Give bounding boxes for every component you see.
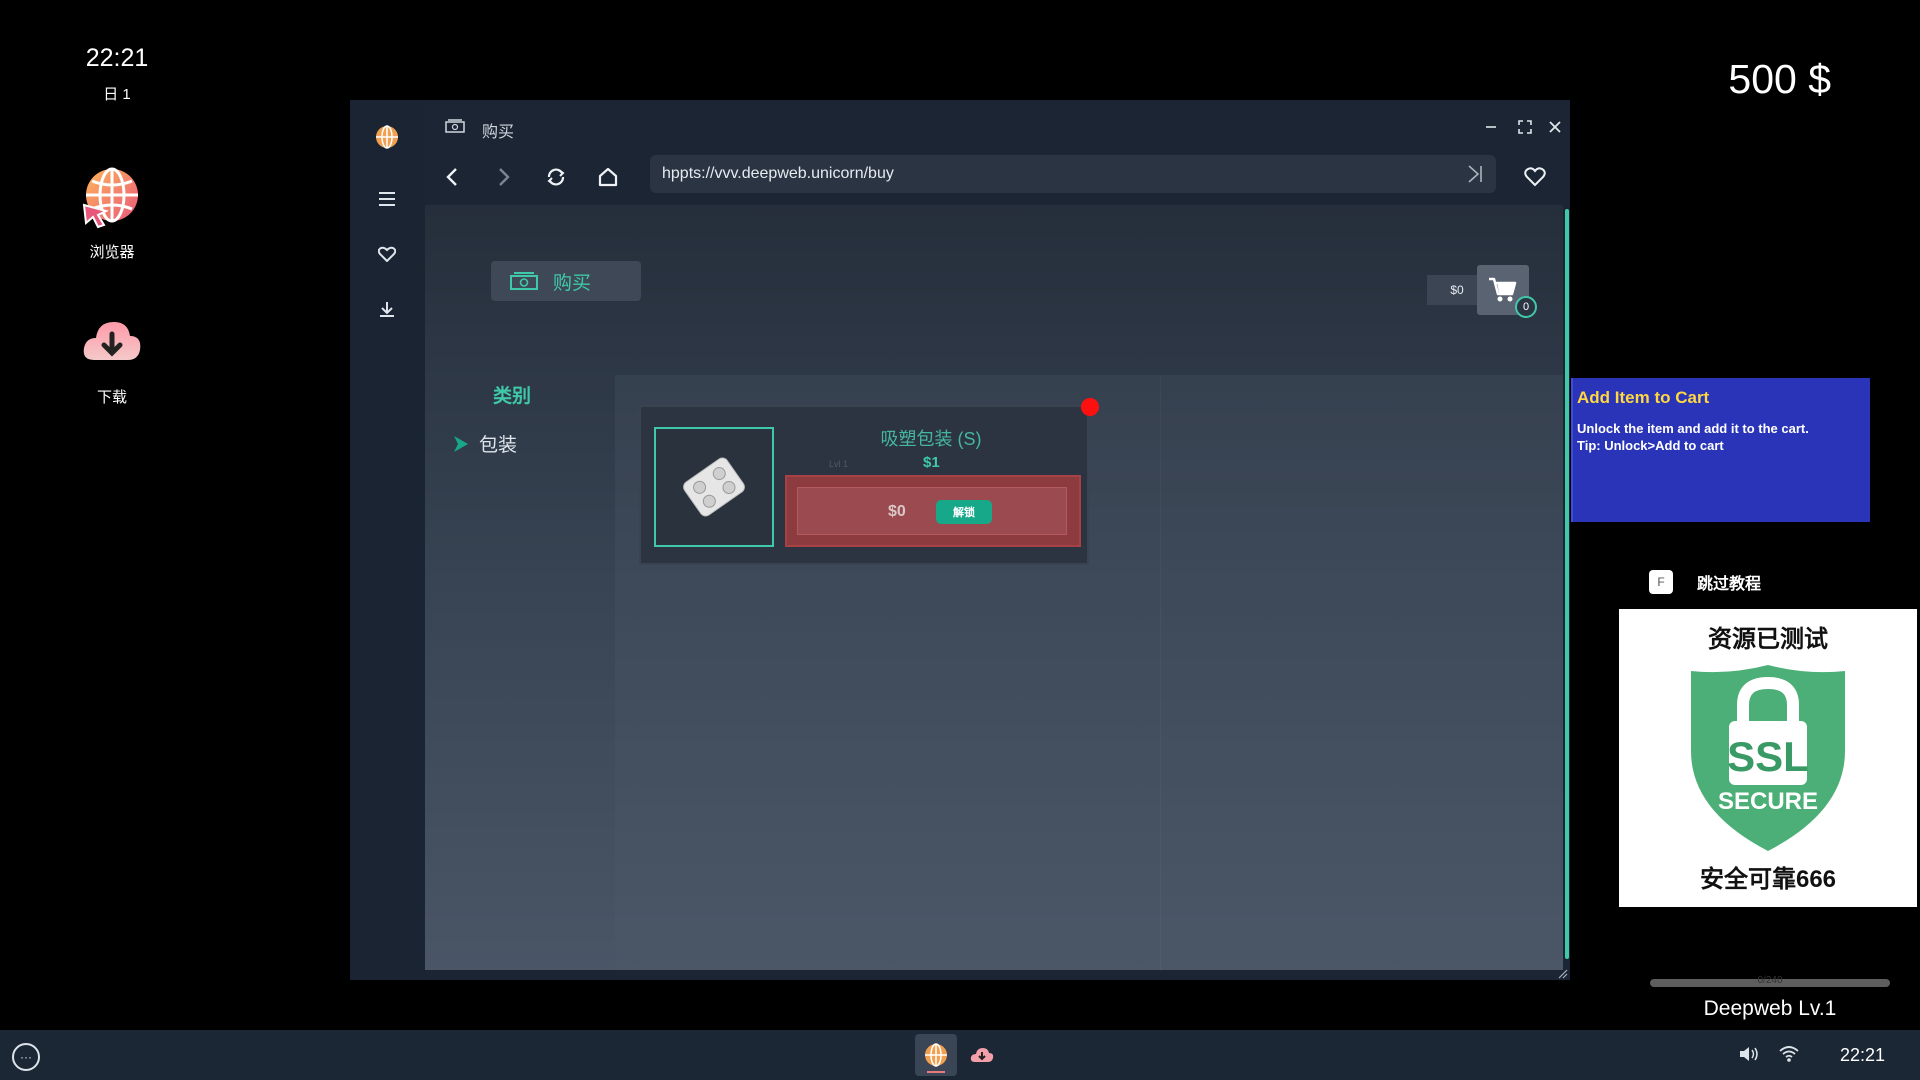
category-title: 类别 [493,386,532,407]
product-price: $1 [923,454,940,471]
minimize-button[interactable] [1476,112,1506,142]
heart-icon[interactable] [370,237,404,271]
ssl-badge: 资源已测试 SSL SECURE 安全可靠666 [1619,609,1917,907]
home-button[interactable] [591,160,625,194]
desktop-icon-browser[interactable]: 浏览器 [62,165,162,262]
desktop-icon-label: 浏览器 [89,244,135,261]
browser-window: 购买 hppts://vvv.deepweb.unicorn/buy 购买 $0… [350,100,1570,980]
unlock-cost: $0 [888,503,906,520]
level-label: Deepweb Lv.1 [1703,997,1837,1020]
skip-tutorial[interactable]: F 跳过教程 [1649,570,1761,594]
tab-title: 购买 [482,124,515,141]
taskbar-download-app[interactable] [961,1034,1003,1076]
start-menu-button[interactable]: ··· [12,1043,40,1071]
ssl-top-text: 资源已测试 [1708,626,1828,653]
menu-icon[interactable] [370,182,404,216]
cart-count-badge: 0 [1515,296,1537,318]
ssl-text: SSL [1727,733,1809,780]
clock-time: 22:21 [85,44,149,72]
desktop-icon-label: 下载 [96,389,127,406]
money-balance: 500 $ [1728,56,1831,102]
reload-button[interactable] [539,160,573,194]
play-arrow-icon [454,435,468,452]
blister-pack-icon [683,457,745,517]
taskbar: ··· 22:21 [0,1030,1920,1080]
xp-progress-text: 0/240 [1757,975,1783,986]
taskbar-browser-app[interactable] [915,1034,957,1076]
product-name: 吸塑包装 (S) [880,429,982,449]
unlock-button[interactable]: 解锁 [936,500,992,524]
url-input[interactable] [662,155,1442,193]
wifi-icon[interactable] [1778,1044,1800,1069]
ssl-shield-icon: SSL SECURE [1691,665,1845,851]
buy-tab-label: 购买 [553,272,592,294]
key-hint: F [1649,570,1673,594]
secure-text: SECURE [1718,788,1818,815]
desktop-clock: 22:21 日 1 [50,44,184,104]
tutorial-title: Add Item to Cart [1577,388,1710,407]
globe-icon [925,1043,947,1067]
title-bar: 购买 [425,100,1570,150]
tutorial-tip: Tip: Unlock>Add to cart [1577,438,1724,453]
skip-tutorial-label: 跳过教程 [1697,576,1762,593]
grid-divider [1160,375,1161,970]
globe-icon[interactable] [370,120,404,154]
back-button[interactable] [435,160,469,194]
clock-day: 日 1 [103,86,131,103]
download-icon[interactable] [370,292,404,326]
desktop-icon-download[interactable]: 下载 [62,310,162,407]
xp-progress-bar: 0/240 [1650,975,1890,987]
taskbar-clock: 22:21 [1840,1045,1886,1065]
tutorial-line: Unlock the item and add it to the cart. [1577,421,1809,436]
address-bar [650,155,1496,193]
close-button[interactable] [1540,112,1570,142]
forward-button[interactable] [487,160,521,194]
maximize-button[interactable] [1510,112,1540,142]
cloud-download-icon [970,1048,994,1062]
tutorial-indicator-dot [1081,398,1099,416]
browser-sidebar [350,100,425,980]
tutorial-body: Unlock the item and add it to the cart. … [1577,420,1809,454]
tutorial-panel: Add Item to Cart Unlock the item and add… [1571,378,1870,522]
web-page-content: 购买 $0 0 类别 包装 吸塑包装 (S) Lvl 1 $1 $0 解锁 [425,205,1563,970]
scrollbar-thumb[interactable] [1565,209,1569,959]
cart-icon [1489,277,1517,302]
favorite-button[interactable] [1518,160,1552,194]
cloud-download-icon [80,310,144,374]
category-item-packaging[interactable]: 包装 [453,430,517,457]
volume-icon[interactable] [1738,1044,1760,1069]
cash-icon [510,272,538,290]
nav-bar [425,150,1570,202]
go-icon[interactable] [1460,159,1490,189]
unlock-inner: $0 解锁 [797,487,1067,535]
product-card: 吸塑包装 (S) Lvl 1 $1 $0 解锁 [639,405,1089,565]
category-label: 包装 [479,435,518,456]
resize-grip-icon[interactable] [1556,966,1568,979]
money-icon [445,118,465,139]
ssl-bottom-text: 安全可靠666 [1699,866,1837,893]
page-scrollbar[interactable] [1564,205,1570,970]
buy-tab[interactable]: 购买 [491,261,641,301]
unlock-panel: $0 解锁 [785,475,1081,547]
product-level: Lvl 1 [829,459,849,469]
product-thumbnail[interactable] [654,427,774,547]
globe-cursor-icon [80,165,144,229]
